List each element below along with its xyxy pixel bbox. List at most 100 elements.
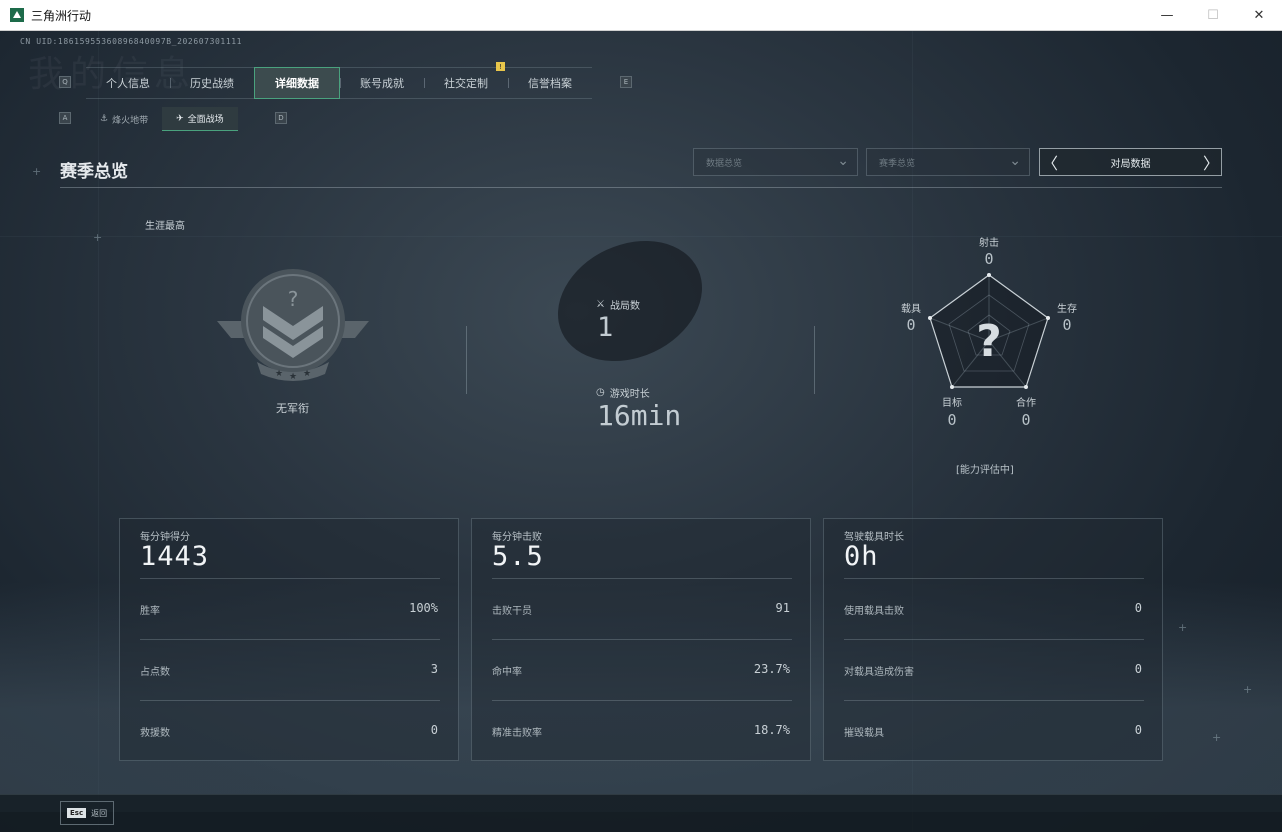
card-divider	[492, 578, 792, 579]
tab-achievements[interactable]: 账号成就	[340, 68, 424, 98]
close-button[interactable]: ✕	[1236, 0, 1282, 31]
career-highest-label: 生涯最高	[145, 221, 185, 232]
stat-label: 精准击败率	[492, 728, 542, 739]
next-arrow-button[interactable]: 〉	[1201, 150, 1221, 174]
key-hint-a: A	[59, 112, 71, 124]
stat-label: 摧毁载具	[844, 728, 884, 739]
chevron-down-icon: ⌄	[837, 153, 849, 169]
crosshair-decoration-icon: +	[1178, 621, 1188, 634]
vertical-separator	[466, 326, 467, 394]
rank-name: 无军衔	[276, 402, 309, 415]
tab-label: 信誉档案	[528, 77, 572, 90]
stat-label: 使用载具击败	[844, 606, 904, 617]
card-divider	[844, 578, 1144, 579]
kills-per-minute-card: 每分钟击败 5.5 击败干员 91 命中率 23.7% 精准击败率 18.7%	[471, 518, 811, 761]
svg-text:★: ★	[303, 369, 311, 379]
card-main-value: 5.5	[492, 541, 544, 572]
battles-value: 1	[597, 312, 614, 343]
stat-value: 18.7%	[753, 723, 790, 737]
playtime-value: 16min	[597, 399, 682, 432]
playtime-label-text: 游戏时长	[609, 389, 650, 400]
section-divider	[60, 187, 1222, 188]
radar-axis-objective-value: 0	[947, 411, 957, 429]
dropdown-value: 赛季总览	[879, 158, 916, 169]
pager-label: 对局数据	[1110, 158, 1151, 170]
crossed-swords-icon: ⚔	[596, 299, 605, 310]
tab-credit-record[interactable]: 信誉档案	[508, 68, 592, 98]
stat-value: 0	[1134, 662, 1142, 676]
minimize-button[interactable]: —	[1144, 0, 1190, 31]
vehicle-time-card: 驾驶载具时长 0h 使用载具击败 0 对载具造成伤害 0 摧毁载具 0	[823, 518, 1163, 761]
playtime-label: ◷ 游戏时长	[596, 385, 650, 400]
card-divider	[140, 700, 440, 701]
stat-label: 占点数	[140, 667, 170, 678]
stat-value: 0	[430, 723, 438, 737]
clock-icon: ◷	[596, 387, 605, 398]
back-label: 返回	[91, 808, 108, 818]
key-hint-d: D	[275, 112, 287, 124]
prev-arrow-button[interactable]: 〈	[1040, 150, 1060, 174]
crosshair-decoration-icon: +	[93, 231, 103, 244]
radar-axis-vehicle-value: 0	[906, 316, 916, 334]
window-controls: — ☐ ✕	[1144, 0, 1282, 31]
stat-label: 对载具造成伤害	[844, 667, 914, 678]
tab-history[interactable]: 历史战绩	[170, 68, 254, 98]
window-title: 三角洲行动	[31, 8, 92, 23]
subtab-label: 全面战场	[187, 115, 224, 125]
subtab-hazard-zone[interactable]: ⚓ 烽火地带	[86, 107, 162, 131]
tab-social-custom[interactable]: 社交定制!	[424, 62, 508, 98]
key-hint-e: E	[620, 76, 632, 88]
crosshair-decoration-icon: +	[1212, 731, 1222, 744]
stat-value: 23.7%	[753, 662, 790, 676]
subtab-full-battlefield[interactable]: ✈ 全面战场	[162, 107, 238, 131]
plane-icon: ✈	[176, 113, 184, 124]
card-divider	[492, 700, 792, 701]
battles-label-text: 战局数	[609, 301, 640, 312]
mode-subtab-bar: ⚓ 烽火地带 ✈ 全面战场	[86, 107, 238, 131]
rank-emblem-icon: ? ★ ★ ★	[217, 269, 369, 381]
card-divider	[844, 700, 1144, 701]
tab-label: 账号成就	[360, 77, 404, 90]
dropdown-value: 数据总览	[706, 158, 743, 169]
tab-detailed-data[interactable]: 详细数据	[254, 67, 340, 99]
tab-label: 社交定制	[444, 77, 488, 90]
tab-personal-info[interactable]: 个人信息	[86, 68, 170, 98]
rank-unknown-glyph: ?	[288, 287, 299, 311]
bottom-action-bar: Esc 返回	[0, 794, 1282, 832]
battles-label: ⚔ 战局数	[596, 297, 640, 312]
stat-label: 胜率	[140, 606, 160, 617]
player-uid: CN UID:18615955360896840097B_20260730111…	[20, 37, 243, 46]
crosshair-decoration-icon: +	[1243, 683, 1253, 696]
score-per-minute-card: 每分钟得分 1443 胜率 100% 占点数 3 救援数 0	[119, 518, 459, 761]
chevron-down-icon: ⌄	[1009, 153, 1021, 169]
back-button[interactable]: Esc 返回	[60, 801, 115, 825]
main-tab-bar: 个人信息 历史战绩 详细数据 账号成就 社交定制! 信誉档案	[86, 62, 592, 99]
radar-unknown-glyph: ?	[976, 316, 1002, 367]
crosshair-decoration-icon: +	[32, 165, 42, 178]
data-overview-dropdown[interactable]: 数据总览 ⌄	[693, 148, 858, 176]
radar-axis-teamwork-value: 0	[1021, 411, 1031, 429]
radar-axis-shooting-value: 0	[984, 250, 994, 268]
card-main-value: 1443	[140, 541, 210, 572]
tab-label: 详细数据	[275, 77, 319, 90]
esc-key-icon: Esc	[67, 808, 87, 818]
radar-axis-survival-label: 生存	[1057, 304, 1077, 315]
match-data-pager: 〈 对局数据 〉	[1039, 148, 1222, 176]
vertical-separator	[814, 326, 815, 394]
radar-status-note: [能力评估中]	[956, 465, 1014, 476]
card-divider	[844, 639, 1144, 640]
game-screen: + + + + + 我的信息 CN UID:186159553608968400…	[0, 31, 1282, 832]
season-overview-dropdown[interactable]: 赛季总览 ⌄	[866, 148, 1030, 176]
card-divider	[140, 639, 440, 640]
stat-value: 91	[775, 601, 790, 615]
stat-value: 0	[1134, 723, 1142, 737]
card-divider	[492, 639, 792, 640]
anchor-icon: ⚓	[100, 114, 109, 124]
section-title: 赛季总览	[60, 162, 128, 182]
stat-label: 击败干员	[492, 606, 532, 617]
stat-value: 100%	[409, 601, 438, 615]
radar-axis-survival-value: 0	[1062, 316, 1072, 334]
maximize-button[interactable]: ☐	[1190, 0, 1236, 31]
notification-badge: !	[496, 62, 505, 71]
stat-label: 命中率	[492, 667, 522, 678]
